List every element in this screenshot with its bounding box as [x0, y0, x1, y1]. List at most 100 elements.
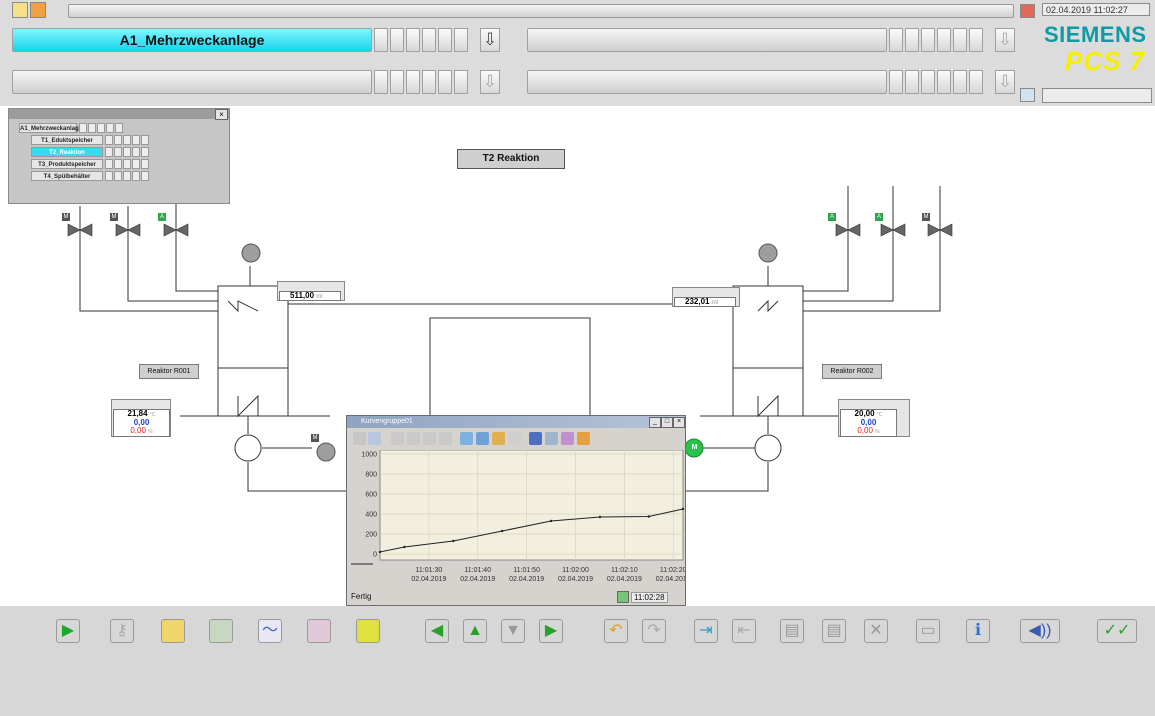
alarm-seg[interactable]: [454, 28, 468, 52]
undo-icon[interactable]: ↶: [604, 619, 628, 643]
next-icon[interactable]: [423, 432, 436, 445]
valve-mode-tag[interactable]: A: [158, 213, 166, 221]
nav-item-t3[interactable]: T3_Produktspeicher: [31, 159, 103, 169]
valve-icons[interactable]: [67, 223, 953, 237]
delete-icon[interactable]: ✕: [864, 619, 888, 643]
area-down-arrow-icon[interactable]: ⇩: [480, 70, 500, 94]
alarm-seg[interactable]: [390, 28, 404, 52]
maximize-icon[interactable]: □: [661, 417, 673, 428]
flag-icon[interactable]: [593, 432, 606, 445]
arrow-down-icon[interactable]: ▼: [501, 619, 525, 643]
prev-icon[interactable]: [407, 432, 420, 445]
valve-mode-tag[interactable]: M: [922, 213, 930, 221]
play-icon[interactable]: ▶: [56, 619, 80, 643]
area-down-arrow-icon[interactable]: ⇩: [995, 70, 1015, 94]
stats-icon[interactable]: [508, 432, 521, 445]
close-icon[interactable]: ×: [673, 417, 685, 428]
redo-icon[interactable]: ↷: [642, 619, 666, 643]
alarm-seg[interactable]: [969, 70, 983, 94]
folder-icon[interactable]: [12, 2, 28, 18]
help-icon[interactable]: [353, 432, 366, 445]
ruler-icon[interactable]: [492, 432, 505, 445]
config-icon[interactable]: [368, 432, 381, 445]
area-button-a1[interactable]: A1_Mehrzweckanlage: [12, 28, 372, 52]
alarm-seg[interactable]: [905, 70, 919, 94]
alarm-seg[interactable]: [406, 70, 420, 94]
area-button-empty-2[interactable]: [12, 70, 372, 94]
folder-icon[interactable]: [161, 619, 185, 643]
acknowledge-icon[interactable]: ✓✓: [1097, 619, 1137, 643]
minimize-icon[interactable]: _: [649, 417, 661, 428]
warning-icon[interactable]: [30, 2, 46, 18]
pages2-icon[interactable]: ▤: [822, 619, 846, 643]
area-down-arrow-icon[interactable]: ⇩: [995, 28, 1015, 52]
alarm-seg[interactable]: [937, 70, 951, 94]
alarm-list-icon[interactable]: [1020, 4, 1035, 18]
alarm-seg[interactable]: [454, 70, 468, 94]
nav-item-t2[interactable]: T2_Reaktion: [31, 147, 103, 157]
nav-item-a1[interactable]: A1_Mehrzweckanlage: [19, 123, 82, 133]
trend-titlebar[interactable]: Kurvengruppe01: [347, 416, 685, 428]
alarm-seg[interactable]: [406, 28, 420, 52]
first-icon[interactable]: [391, 432, 404, 445]
area-navigator-window[interactable]: × A1_Mehrzweckanlage T1_Eduktspeicher T2…: [8, 108, 230, 204]
thermometer-icon[interactable]: [307, 619, 331, 643]
key-icon[interactable]: ⚷: [110, 619, 134, 643]
zoom-icon[interactable]: [460, 432, 473, 445]
area-down-arrow-icon[interactable]: ⇩: [480, 28, 500, 52]
alarm-seg[interactable]: [889, 70, 903, 94]
alarm-seg[interactable]: [937, 28, 951, 52]
alarm-seg[interactable]: [374, 28, 388, 52]
temp-controller-r002[interactable]: 20,00 °C 0,00 0,00 %: [838, 399, 910, 437]
motor-running-icon[interactable]: M: [690, 443, 699, 452]
alarm-seg[interactable]: [921, 28, 935, 52]
alarm-seg[interactable]: [374, 70, 388, 94]
level-faceplate-r001[interactable]: 511,00 ml: [277, 281, 345, 301]
alarm-seg[interactable]: [422, 70, 436, 94]
alarm-seg[interactable]: [889, 28, 903, 52]
print-icon[interactable]: [545, 432, 558, 445]
nav-item-t4[interactable]: T4_Spülbehälter: [31, 171, 103, 181]
horn-icon[interactable]: ◀)): [1020, 619, 1060, 643]
level-faceplate-r002[interactable]: 232,01 ml: [672, 287, 740, 307]
connect-icon[interactable]: [561, 432, 574, 445]
arrow-right-icon[interactable]: ▶: [539, 619, 563, 643]
valve-mode-tag[interactable]: M: [110, 213, 118, 221]
trend-plot[interactable]: 1000 800 600 400 200 0 11:01:30 02.04.2019 11:0…: [347, 450, 685, 590]
alarm-seg[interactable]: [438, 28, 452, 52]
alarm-seg[interactable]: [953, 70, 967, 94]
valve-mode-tag[interactable]: A: [828, 213, 836, 221]
alarm-seg[interactable]: [390, 70, 404, 94]
close-icon[interactable]: ×: [215, 109, 228, 120]
arrow-left-icon[interactable]: ◀: [425, 619, 449, 643]
alarm-seg[interactable]: [921, 70, 935, 94]
pause-icon[interactable]: [529, 432, 542, 445]
alarm-seg[interactable]: [438, 70, 452, 94]
valve-mode-tag[interactable]: A: [875, 213, 883, 221]
enter-icon[interactable]: ⇥: [694, 619, 718, 643]
temp-controller-r001[interactable]: 21,84 °C 0,00 0,00 %: [111, 399, 171, 437]
motor-mode-tag[interactable]: M: [311, 434, 319, 442]
navigator-titlebar[interactable]: [9, 109, 229, 119]
trend-window[interactable]: Kurvengruppe01 _ □ × 1000 800 600 400 200 0 1…: [346, 415, 686, 606]
area-button-empty-3[interactable]: [527, 70, 887, 94]
refresh-icon[interactable]: [617, 591, 629, 603]
nav-item-t1[interactable]: T1_Eduktspeicher: [31, 135, 103, 145]
arrow-up-icon[interactable]: ▲: [463, 619, 487, 643]
alarm-seg[interactable]: [969, 28, 983, 52]
alarm-seg[interactable]: [905, 28, 919, 52]
report-icon[interactable]: [209, 619, 233, 643]
area-button-empty-1[interactable]: [527, 28, 887, 52]
alarm-seg[interactable]: [953, 28, 967, 52]
trend-icon[interactable]: 〜: [258, 619, 282, 643]
last-icon[interactable]: [439, 432, 452, 445]
alarm-seg[interactable]: [422, 28, 436, 52]
pages-icon[interactable]: ▤: [780, 619, 804, 643]
message-line[interactable]: [68, 4, 1014, 18]
screen-icon[interactable]: [1020, 88, 1035, 102]
valve-mode-tag[interactable]: M: [62, 213, 70, 221]
leave-icon[interactable]: ⇤: [732, 619, 756, 643]
move-icon[interactable]: [476, 432, 489, 445]
info-icon[interactable]: ℹ: [966, 619, 990, 643]
print-icon[interactable]: ▭: [916, 619, 940, 643]
